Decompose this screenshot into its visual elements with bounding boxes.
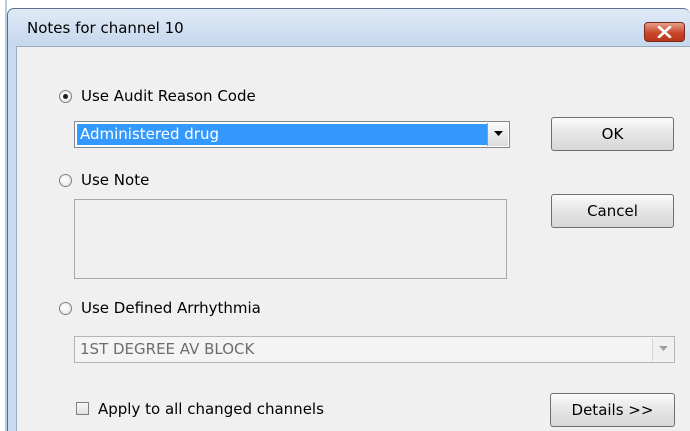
- cancel-button[interactable]: Cancel: [551, 194, 674, 228]
- title-bar: Notes for channel 10: [8, 9, 690, 45]
- apply-all-label: Apply to all changed channels: [98, 400, 324, 418]
- dialog-title: Notes for channel 10: [27, 19, 184, 37]
- chevron-down-icon: [659, 346, 668, 351]
- background-window-edge: [0, 0, 7, 431]
- reason-code-value: Administered drug: [77, 124, 487, 145]
- reason-code-radio[interactable]: [59, 90, 72, 103]
- arrhythmia-radio[interactable]: [59, 302, 72, 315]
- radio-selected-dot: [63, 94, 68, 99]
- note-radio[interactable]: [59, 174, 72, 187]
- dialog-client-area: Use Audit Reason Code Administered drug …: [16, 46, 690, 431]
- dropdown-arrow-button-disabled[interactable]: [652, 338, 673, 361]
- note-label: Use Note: [81, 171, 150, 189]
- notes-dialog: Notes for channel 10 Use Audit Reason Co…: [7, 8, 690, 431]
- reason-code-dropdown[interactable]: Administered drug: [74, 121, 510, 148]
- close-button[interactable]: [644, 22, 685, 42]
- reason-code-label: Use Audit Reason Code: [81, 87, 256, 105]
- details-button[interactable]: Details >>: [550, 393, 675, 427]
- ok-button[interactable]: OK: [551, 117, 674, 151]
- arrhythmia-dropdown[interactable]: 1ST DEGREE AV BLOCK: [74, 336, 675, 363]
- close-x-icon: [657, 26, 672, 38]
- chevron-down-icon: [494, 131, 503, 136]
- arrhythmia-label: Use Defined Arrhythmia: [81, 299, 261, 317]
- note-textarea[interactable]: [74, 199, 507, 279]
- dropdown-arrow-button[interactable]: [487, 123, 508, 146]
- apply-all-checkbox[interactable]: [76, 402, 89, 415]
- arrhythmia-value: 1ST DEGREE AV BLOCK: [80, 340, 255, 358]
